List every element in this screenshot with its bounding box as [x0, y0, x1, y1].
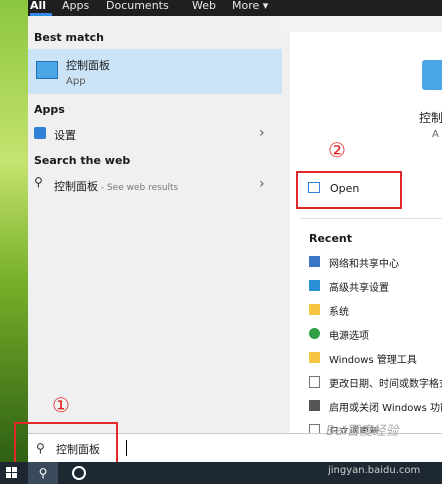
chevron-right-icon[interactable]: › [259, 176, 265, 192]
tab-documents[interactable]: Documents [106, 0, 169, 16]
web-result[interactable]: ⚲ 控制面板 - See web results › [28, 173, 282, 197]
settings-icon [309, 400, 320, 411]
best-match-heading: Best match [34, 31, 104, 44]
recent-item-label: Windows 管理工具 [329, 355, 417, 366]
annotation-one: ① [52, 393, 70, 417]
desktop-wallpaper [0, 0, 28, 462]
details-divider [300, 218, 442, 219]
windows-start-icon[interactable] [6, 467, 18, 479]
open-action[interactable]: Open [296, 171, 402, 209]
search-web-heading: Search the web [34, 154, 131, 167]
taskbar-search-button[interactable]: ⚲ [28, 462, 58, 484]
recent-item-label: 电源选项 [329, 331, 369, 342]
search-filter-tabs: All Apps Documents Web More ▾ [28, 0, 442, 16]
settings-icon [34, 127, 46, 139]
document-icon [309, 376, 320, 388]
text-cursor [126, 440, 127, 456]
watermark-url: jingyan.baidu.com [328, 465, 421, 476]
details-subtitle: A [432, 129, 439, 140]
recent-item[interactable]: 启用或关闭 Windows 功能 [309, 396, 442, 418]
recent-item-label: 启用或关闭 Windows 功能 [329, 403, 442, 414]
app-result-label: 设置 [54, 129, 76, 142]
best-match-result[interactable]: 控制面板 App [28, 49, 282, 94]
recent-item[interactable]: 系统 [309, 300, 442, 322]
recent-item[interactable]: 网络和共享中心 [309, 252, 442, 274]
folder-icon [309, 304, 320, 315]
panel-divider [282, 32, 290, 433]
recent-item[interactable]: 高级共享设置 [309, 276, 442, 298]
tab-apps[interactable]: Apps [62, 0, 89, 16]
annotation-two: ② [328, 138, 346, 162]
open-icon [308, 182, 320, 193]
recent-heading: Recent [309, 232, 353, 245]
app-result-settings[interactable]: 设置 › [28, 122, 282, 146]
share-icon [309, 280, 320, 291]
recent-item[interactable]: 更改日期、时间或数字格式 [309, 372, 442, 394]
web-suffix: - See web results [98, 183, 179, 193]
folder-icon [309, 352, 320, 363]
control-panel-large-icon [422, 60, 442, 90]
web-result-label: 控制面板 - See web results [54, 178, 178, 194]
network-icon [309, 256, 320, 267]
recent-item[interactable]: 电源选项 [309, 324, 442, 346]
power-icon [309, 328, 320, 339]
cortana-icon[interactable] [72, 466, 86, 480]
apps-heading: Apps [34, 103, 65, 116]
details-title: 控制 [419, 111, 442, 125]
search-icon: ⚲ [34, 175, 43, 189]
chevron-right-icon[interactable]: › [259, 125, 265, 141]
recent-item-label: 高级共享设置 [329, 283, 389, 294]
tab-more[interactable]: More ▾ [232, 0, 268, 16]
watermark-logo: Bai百度经验 [326, 424, 399, 439]
open-label: Open [330, 182, 360, 195]
recent-item-label: 更改日期、时间或数字格式 [329, 379, 442, 390]
control-panel-icon [36, 61, 58, 79]
recent-item[interactable]: Windows 管理工具 [309, 348, 442, 370]
best-match-title: 控制面板 [66, 59, 110, 72]
best-match-subtitle: App [66, 76, 86, 87]
web-query: 控制面板 [54, 180, 98, 193]
active-tab-indicator [30, 13, 52, 16]
recent-item-label: 系统 [329, 307, 349, 318]
tab-web[interactable]: Web [192, 0, 216, 16]
annotation-highlight-search [14, 422, 118, 466]
recent-item-label: 网络和共享中心 [329, 259, 399, 270]
